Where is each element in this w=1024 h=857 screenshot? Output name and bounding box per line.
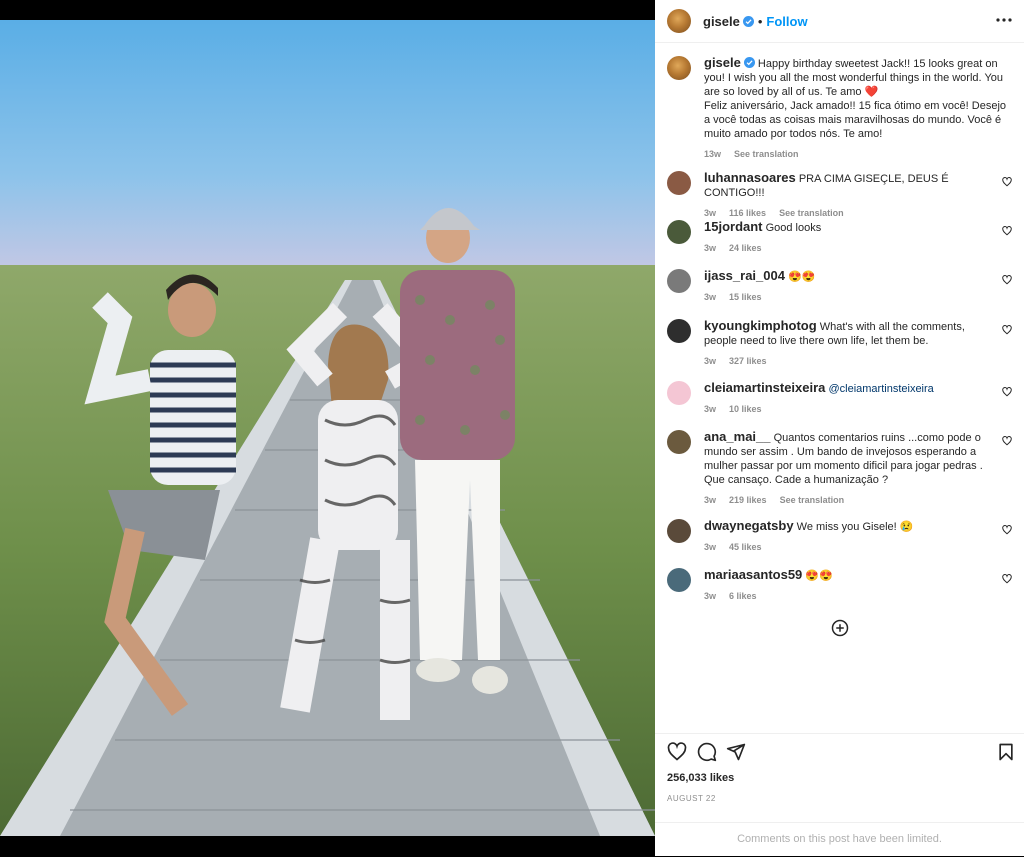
comment-time[interactable]: 3w (704, 495, 716, 505)
share-icon[interactable] (726, 742, 746, 762)
commenter-avatar[interactable] (667, 519, 691, 543)
heart-icon[interactable] (1002, 226, 1012, 236)
post-date[interactable]: AUGUST 22 (667, 794, 716, 803)
comment-likes[interactable]: 45 likes (729, 542, 762, 552)
comment-likes[interactable]: 15 likes (729, 292, 762, 302)
heart-icon[interactable] (1002, 325, 1012, 335)
heart-icon[interactable] (1002, 387, 1012, 397)
heart-icon[interactable] (1002, 436, 1012, 446)
post-photo[interactable] (0, 0, 655, 856)
caption-text-pt: Feliz aniversário, Jack amado!! 15 fica … (704, 100, 1007, 140)
comment-username[interactable]: ijass_rai_004 (704, 268, 785, 283)
follow-button[interactable]: Follow (766, 14, 807, 29)
heart-icon[interactable] (1002, 275, 1012, 285)
caption-meta: 13w See translation (704, 147, 1010, 161)
caption-see-translation[interactable]: See translation (734, 149, 799, 159)
comment-time[interactable]: 3w (704, 404, 716, 414)
caption-body: gisele Happy birthday sweetest Jack!! 15… (704, 56, 1010, 161)
commenter-avatar[interactable] (667, 568, 691, 592)
heart-icon[interactable] (1002, 177, 1012, 187)
commenter-avatar[interactable] (667, 220, 691, 244)
comment-text: 😍😍 (788, 271, 816, 283)
comment-likes[interactable]: 327 likes (729, 356, 767, 366)
photo-illustration (0, 20, 655, 836)
author-avatar[interactable] (667, 9, 691, 33)
separator-dot: • (757, 14, 763, 29)
comment-username[interactable]: ana_mai__ (704, 429, 771, 444)
comment-text: Good looks (765, 222, 822, 234)
comment-see-translation[interactable]: See translation (780, 495, 845, 505)
caption-avatar[interactable] (667, 56, 691, 80)
commenter-avatar[interactable] (667, 269, 691, 293)
comment-likes[interactable]: 6 likes (729, 591, 757, 601)
comment-text: 😍😍 (805, 570, 833, 582)
comment-time[interactable]: 3w (704, 208, 716, 218)
comment-username[interactable]: mariaasantos59 (704, 567, 802, 582)
comment-mention[interactable]: @cleiamartinsteixeira (828, 383, 933, 395)
comment-see-translation[interactable]: See translation (779, 208, 844, 218)
comment-time[interactable]: 3w (704, 356, 716, 366)
comment-username[interactable]: kyoungkimphotog (704, 318, 817, 333)
caption-time[interactable]: 13w (704, 149, 721, 159)
commenter-avatar[interactable] (667, 381, 691, 405)
comment-username[interactable]: cleiamartinsteixeira (704, 380, 825, 395)
post-detail-panel: gisele • Follow gisele Happy birthday swee… (655, 0, 1024, 856)
commenter-avatar[interactable] (667, 319, 691, 343)
comment-likes[interactable]: 24 likes (729, 243, 762, 253)
comment-time[interactable]: 3w (704, 542, 716, 552)
comment-time[interactable]: 3w (704, 292, 716, 302)
add-circle-icon[interactable] (831, 619, 849, 637)
comment-text: We miss you Gisele! 😢 (796, 521, 914, 533)
comments-list[interactable]: gisele Happy birthday sweetest Jack!! 15… (655, 43, 1024, 733)
comment-username[interactable]: 15jordant (704, 219, 763, 234)
commenter-avatar[interactable] (667, 171, 691, 195)
bookmark-icon[interactable] (996, 742, 1016, 762)
verified-badge-icon (743, 57, 755, 68)
comment-icon[interactable] (697, 742, 717, 762)
author-username[interactable]: gisele (703, 14, 740, 29)
comments-limited-notice: Comments on this post have been limited. (655, 822, 1024, 857)
post-actions: 256,033 likes AUGUST 22 (655, 733, 1024, 824)
caption-username[interactable]: gisele (704, 55, 741, 70)
comment-likes[interactable]: 219 likes (729, 495, 767, 505)
verified-badge-icon (742, 16, 754, 27)
header-user-line: gisele • Follow (703, 13, 808, 31)
comment-time[interactable]: 3w (704, 591, 716, 601)
commenter-avatar[interactable] (667, 430, 691, 454)
comment-username[interactable]: luhannasoares (704, 170, 796, 185)
comment-likes[interactable]: 116 likes (729, 208, 766, 218)
comment-likes[interactable]: 10 likes (729, 404, 762, 414)
comment-time[interactable]: 3w (704, 243, 716, 253)
comment-username[interactable]: dwaynegatsby (704, 518, 794, 533)
heart-icon[interactable] (667, 742, 687, 762)
heart-icon[interactable] (1002, 574, 1012, 584)
more-options-icon[interactable] (994, 12, 1014, 28)
heart-icon[interactable] (1002, 525, 1012, 535)
likes-count[interactable]: 256,033 likes (667, 772, 734, 784)
post-header: gisele • Follow (655, 0, 1024, 43)
